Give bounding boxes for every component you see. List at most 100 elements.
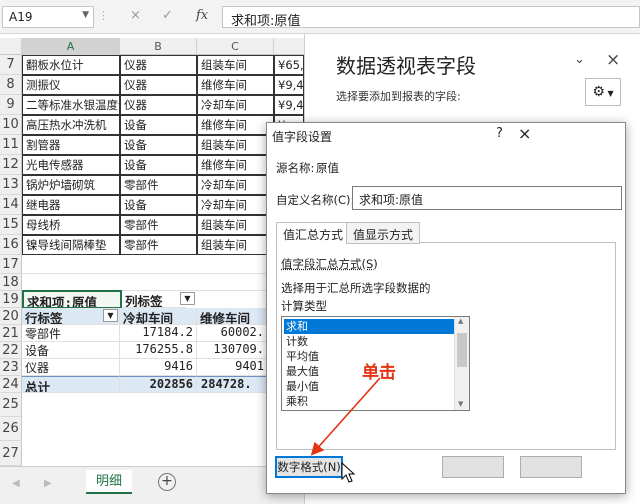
cancel-icon[interactable]: × — [130, 8, 141, 23]
table-cell[interactable]: ¥65,( — [274, 55, 304, 75]
row-header[interactable]: 24 — [0, 376, 22, 393]
row-header[interactable]: 25 — [0, 393, 22, 417]
fx-icon[interactable]: fx — [196, 8, 208, 23]
ok-button[interactable] — [442, 456, 504, 478]
list-scrollbar[interactable]: ▲ ▼ — [454, 317, 469, 410]
formula-input[interactable]: 求和项:原值 — [222, 6, 640, 29]
table-cell[interactable]: 翻板水位计 — [22, 55, 120, 75]
table-cell[interactable]: 组装车间 — [197, 55, 274, 75]
empty-row[interactable] — [22, 274, 304, 291]
calc-type-item[interactable]: 求和 — [284, 319, 456, 334]
pane-close-icon[interactable]: × — [606, 50, 620, 70]
row-header[interactable]: 12 — [0, 155, 22, 175]
table-cell[interactable]: 维修车间 — [197, 155, 274, 175]
table-cell[interactable]: 光电传感器 — [22, 155, 120, 175]
row-header[interactable]: 10 — [0, 115, 22, 135]
table-cell[interactable]: 设备 — [120, 155, 197, 175]
pivot-value[interactable]: 9416 — [120, 359, 197, 376]
pivot-row-label[interactable]: 仪器 — [22, 359, 120, 376]
scroll-left-icon[interactable]: ◀ — [12, 478, 20, 489]
column-header-c[interactable]: C — [197, 38, 274, 55]
row-header[interactable]: 15 — [0, 215, 22, 235]
row-header[interactable]: 27 — [0, 441, 22, 466]
table-cell[interactable]: 零部件 — [120, 215, 197, 235]
table-cell[interactable]: ¥9,4 — [274, 95, 304, 115]
table-cell[interactable]: 组装车间 — [197, 135, 274, 155]
dialog-close-icon[interactable]: × — [518, 124, 531, 143]
table-cell[interactable]: 设备 — [120, 115, 197, 135]
add-sheet-icon[interactable]: + — [158, 473, 176, 491]
table-cell[interactable]: 高压热水冲洗机 — [22, 115, 120, 135]
pivot-value[interactable]: 176255.8 — [120, 342, 197, 359]
filter-dropdown-icon[interactable]: ▼ — [180, 292, 195, 305]
column-header-d[interactable] — [274, 38, 304, 55]
table-cell[interactable]: 仪器 — [120, 75, 197, 95]
pivot-value[interactable]: 9401 — [197, 359, 267, 376]
gear-icon[interactable]: ⚙ ▼ — [585, 78, 621, 106]
chevron-down-icon[interactable]: ▼ — [82, 10, 89, 20]
table-cell[interactable]: 设备 — [120, 135, 197, 155]
row-header[interactable]: 19 — [0, 291, 22, 308]
table-cell[interactable]: 母线桥 — [22, 215, 120, 235]
custom-name-input[interactable]: 求和项:原值 — [352, 186, 622, 210]
cancel-button[interactable] — [520, 456, 582, 478]
table-cell[interactable]: 仪器 — [120, 55, 197, 75]
table-cell[interactable]: 冷却车间 — [197, 195, 274, 215]
sheet-tab[interactable]: 明细 — [86, 470, 132, 494]
pivot-row-label[interactable]: 设备 — [22, 342, 120, 359]
table-cell[interactable]: 锅炉炉墙砌筑 — [22, 175, 120, 195]
pivot-grand-total-label[interactable]: 总计 — [22, 376, 120, 393]
pivot-column-labels[interactable]: 列标签 — [122, 291, 186, 308]
pivot-col-header[interactable]: 冷却车间 — [120, 308, 197, 325]
table-cell[interactable]: 测振仪 — [22, 75, 120, 95]
scrollbar-thumb[interactable] — [457, 333, 467, 367]
table-cell[interactable]: 维修车间 — [197, 75, 274, 95]
table-cell[interactable]: 冷却车间 — [197, 95, 274, 115]
row-header[interactable]: 9 — [0, 95, 22, 115]
row-header[interactable]: 11 — [0, 135, 22, 155]
row-header[interactable]: 7 — [0, 55, 22, 75]
table-cell[interactable]: 二等标准水银温度计 — [22, 95, 120, 115]
pivot-value[interactable]: 60002. — [197, 325, 267, 342]
pane-dropdown-icon[interactable]: ⌄ — [574, 52, 585, 67]
table-cell[interactable]: 零部件 — [120, 235, 197, 255]
table-cell[interactable]: 维修车间 — [197, 115, 274, 135]
scroll-up-icon[interactable]: ▲ — [458, 317, 463, 325]
row-header[interactable]: 18 — [0, 274, 22, 291]
table-cell[interactable]: 设备 — [120, 195, 197, 215]
name-box[interactable]: A19 ▼ — [2, 6, 94, 28]
row-header[interactable]: 14 — [0, 195, 22, 215]
table-cell[interactable]: 仪器 — [120, 95, 197, 115]
select-all-corner[interactable] — [0, 38, 22, 55]
column-header-a[interactable]: A — [22, 38, 120, 55]
table-cell[interactable]: 冷却车间 — [197, 175, 274, 195]
table-cell[interactable]: 镍导线间隔棒垫 — [22, 235, 120, 255]
row-header[interactable]: 23 — [0, 359, 22, 376]
row-header[interactable]: 22 — [0, 342, 22, 359]
help-icon[interactable]: ? — [496, 126, 503, 141]
scroll-right-icon[interactable]: ▶ — [44, 478, 52, 489]
empty-row[interactable] — [22, 255, 304, 274]
table-cell[interactable]: 组装车间 — [197, 215, 274, 235]
row-header[interactable]: 8 — [0, 75, 22, 95]
table-cell[interactable]: 组装车间 — [197, 235, 274, 255]
row-header[interactable]: 13 — [0, 175, 22, 195]
row-header[interactable]: 20 — [0, 308, 22, 325]
row-header[interactable]: 16 — [0, 235, 22, 255]
pivot-grand-total[interactable]: 202856 — [120, 376, 197, 393]
column-header-b[interactable]: B — [120, 38, 197, 55]
enter-icon[interactable]: ✓ — [162, 8, 173, 23]
table-cell[interactable]: ¥9,4 — [274, 75, 304, 95]
pivot-value-header-cell[interactable]: 求和项:原值 — [22, 290, 122, 309]
pivot-row-label[interactable]: 零部件 — [22, 325, 120, 342]
table-cell[interactable]: 继电器 — [22, 195, 120, 215]
table-cell[interactable]: 零部件 — [120, 175, 197, 195]
calc-type-item[interactable]: 计数 — [284, 334, 456, 349]
pivot-value[interactable]: 17184.2 — [120, 325, 197, 342]
row-header[interactable]: 26 — [0, 417, 22, 441]
scroll-down-icon[interactable]: ▼ — [458, 400, 463, 408]
tab-show-values-as[interactable]: 值显示方式 — [346, 222, 421, 244]
row-header[interactable]: 21 — [0, 325, 22, 342]
filter-dropdown-icon[interactable]: ▼ — [103, 309, 118, 322]
pivot-value[interactable]: 130709. — [197, 342, 267, 359]
